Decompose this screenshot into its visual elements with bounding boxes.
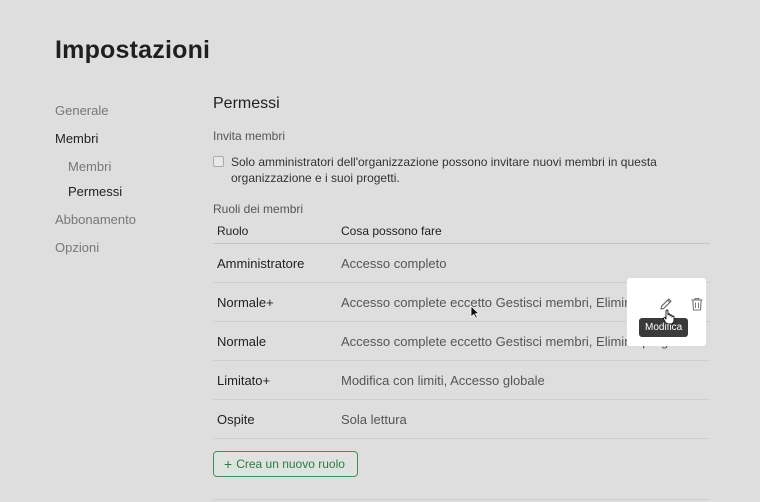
- table-row[interactable]: Limitato+ Modifica con limiti, Accesso g…: [213, 361, 710, 400]
- header-permissions: Cosa possono fare: [341, 224, 442, 238]
- section-divider: [213, 499, 710, 500]
- roles-table-header: Ruolo Cosa possono fare: [213, 223, 710, 244]
- role-name: Amministratore: [217, 255, 305, 271]
- plus-icon: +: [224, 456, 233, 472]
- create-role-button[interactable]: + Crea un nuovo ruolo: [213, 451, 358, 477]
- pencil-icon[interactable]: [658, 296, 674, 312]
- header-role: Ruolo: [217, 224, 249, 238]
- trash-icon[interactable]: [689, 296, 705, 312]
- sidebar-item-membri[interactable]: Membri: [55, 131, 195, 159]
- role-permissions: Sola lettura: [341, 411, 407, 427]
- sidebar-subitem-permessi[interactable]: Permessi: [55, 184, 195, 212]
- sidebar-item-opzioni[interactable]: Opzioni: [55, 240, 195, 268]
- role-name: Normale+: [217, 294, 274, 310]
- member-roles-label: Ruoli dei membri: [213, 202, 304, 216]
- create-role-label: Crea un nuovo ruolo: [236, 457, 345, 471]
- invite-admin-only-checkbox[interactable]: [213, 156, 224, 167]
- page-title: Impostazioni: [55, 36, 211, 64]
- role-permissions: Accesso completo: [341, 255, 447, 271]
- role-permissions: Accesso complete eccetto Gestisci membri…: [341, 294, 646, 310]
- edit-tooltip: Modifica: [639, 318, 689, 337]
- role-permissions: Modifica con limiti, Accesso globale: [341, 372, 545, 388]
- role-name: Normale: [217, 333, 267, 349]
- sidebar-subitem-membri[interactable]: Membri: [55, 159, 195, 184]
- section-title: Permessi: [213, 95, 280, 112]
- sidebar-item-generale[interactable]: Generale: [55, 103, 195, 131]
- settings-sidebar: Generale Membri Membri Permessi Abboname…: [55, 103, 195, 268]
- invite-members-label: Invita membri: [213, 129, 286, 143]
- sidebar-item-abbonamento[interactable]: Abbonamento: [55, 212, 195, 240]
- invite-admin-only-text[interactable]: Solo amministratori dell'organizzazione …: [231, 154, 671, 186]
- role-name: Limitato+: [217, 372, 271, 388]
- table-row[interactable]: Ospite Sola lettura: [213, 400, 710, 439]
- role-name: Ospite: [217, 411, 255, 427]
- invite-admin-only-row: Solo amministratori dell'organizzazione …: [213, 154, 710, 186]
